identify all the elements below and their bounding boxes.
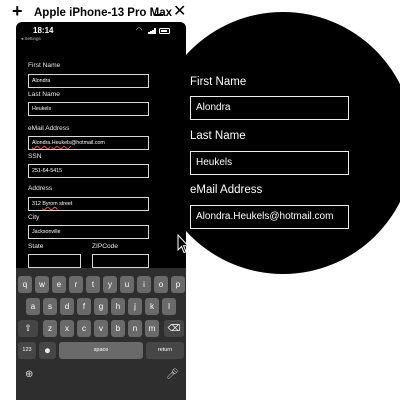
key-k[interactable]: k bbox=[145, 298, 159, 315]
zoom-last-name-input: Heukels bbox=[190, 151, 349, 175]
key-j[interactable]: j bbox=[128, 298, 142, 315]
key-x[interactable]: x bbox=[60, 320, 74, 337]
state-label: State bbox=[28, 243, 44, 250]
phone-screen: 18:14 ◂ Settings ◠ First Name Alondra La… bbox=[16, 22, 186, 400]
email-value-domain: @hotmail.com bbox=[70, 140, 105, 146]
first-name-input[interactable]: Alondra bbox=[28, 74, 149, 88]
key-b[interactable]: b bbox=[111, 320, 125, 337]
status-time: 18:14 bbox=[33, 26, 54, 35]
delete-icon[interactable]: ⌫ bbox=[164, 320, 184, 337]
key-d[interactable]: d bbox=[60, 298, 74, 315]
space-key[interactable]: space bbox=[59, 342, 143, 359]
plus-icon[interactable]: + bbox=[12, 1, 23, 21]
back-to-settings-link[interactable]: ◂ Settings bbox=[21, 36, 41, 42]
simulator-title-bar: + Apple iPhone-13 Pro Max ✕ bbox=[0, 0, 400, 24]
zoom-last-name-label: Last Name bbox=[190, 130, 246, 142]
key-a[interactable]: a bbox=[26, 298, 40, 315]
key-g[interactable]: g bbox=[94, 298, 108, 315]
key-i[interactable]: i bbox=[137, 276, 151, 293]
key-e[interactable]: e bbox=[52, 276, 66, 293]
shift-icon[interactable]: ⇧ bbox=[18, 320, 38, 337]
address-label: Address bbox=[28, 185, 53, 192]
zoom-email-label: eMail Address bbox=[190, 184, 263, 196]
globe-icon[interactable]: ⊕ bbox=[25, 369, 33, 381]
last-name-input[interactable]: Heukels bbox=[28, 102, 149, 116]
microphone-icon[interactable]: 🎤︎ bbox=[166, 369, 179, 381]
email-value-surname: Heukels bbox=[51, 140, 71, 146]
onscreen-keyboard: q w e r t y u i o p a s d f g h j k l ⇧ … bbox=[16, 268, 186, 400]
battery-icon bbox=[159, 28, 170, 34]
last-name-label: Last Name bbox=[28, 91, 60, 98]
email-value-name: Alondra bbox=[32, 140, 51, 146]
zipcode-input[interactable] bbox=[92, 254, 149, 268]
city-label: City bbox=[28, 214, 40, 221]
ssn-input[interactable]: 251-64-5415 bbox=[28, 164, 149, 178]
city-input[interactable]: Jacksonville bbox=[28, 225, 149, 239]
key-o[interactable]: o bbox=[154, 276, 168, 293]
email-input[interactable]: Alondra.Heukels@hotmail.com bbox=[28, 136, 149, 150]
ssn-label: SSN bbox=[28, 153, 42, 160]
close-icon[interactable]: ✕ bbox=[173, 3, 186, 21]
address-value-number: 312 bbox=[32, 201, 43, 207]
mouse-cursor-icon bbox=[177, 234, 189, 254]
address-value-suffix: street bbox=[57, 201, 73, 207]
address-input[interactable]: 312 Byrom street bbox=[28, 197, 149, 211]
key-l[interactable]: l bbox=[162, 298, 176, 315]
key-r[interactable]: r bbox=[69, 276, 83, 293]
key-y[interactable]: y bbox=[103, 276, 117, 293]
key-p[interactable]: p bbox=[171, 276, 185, 293]
zipcode-label: ZIPCode bbox=[92, 243, 119, 250]
emoji-icon[interactable]: ☻ bbox=[39, 342, 56, 359]
key-s[interactable]: s bbox=[43, 298, 57, 315]
zoom-email-input: Alondra.Heukels@hotmail.com bbox=[190, 205, 349, 229]
key-q[interactable]: q bbox=[18, 276, 32, 293]
zoom-first-name-input: Alondra bbox=[190, 96, 349, 120]
state-input[interactable] bbox=[28, 254, 81, 268]
key-f[interactable]: f bbox=[77, 298, 91, 315]
key-z[interactable]: z bbox=[43, 320, 57, 337]
email-label: eMail Address bbox=[28, 125, 70, 132]
first-name-label: First Name bbox=[28, 62, 61, 69]
key-w[interactable]: w bbox=[35, 276, 49, 293]
return-key[interactable]: return bbox=[146, 342, 184, 359]
key-h[interactable]: h bbox=[111, 298, 125, 315]
key-u[interactable]: u bbox=[120, 276, 134, 293]
zoom-first-name-label: First Name bbox=[190, 76, 247, 88]
key-c[interactable]: c bbox=[77, 320, 91, 337]
status-icons: ◠ bbox=[136, 27, 172, 35]
key-n[interactable]: n bbox=[128, 320, 142, 337]
wifi-icon: ◠ bbox=[136, 27, 143, 34]
address-value-street-name: Byrom bbox=[42, 201, 58, 207]
key-t[interactable]: t bbox=[86, 276, 100, 293]
signal-icon bbox=[148, 28, 156, 34]
key-v[interactable]: v bbox=[94, 320, 108, 337]
window-title: Apple iPhone-13 Pro Max bbox=[34, 7, 173, 19]
key-m[interactable]: m bbox=[145, 320, 159, 337]
zoom-magnifier: First Name Alondra Last Name Heukels eMa… bbox=[152, 12, 400, 274]
numbers-key[interactable]: 123 bbox=[18, 342, 36, 359]
minimize-icon[interactable] bbox=[155, 14, 163, 16]
